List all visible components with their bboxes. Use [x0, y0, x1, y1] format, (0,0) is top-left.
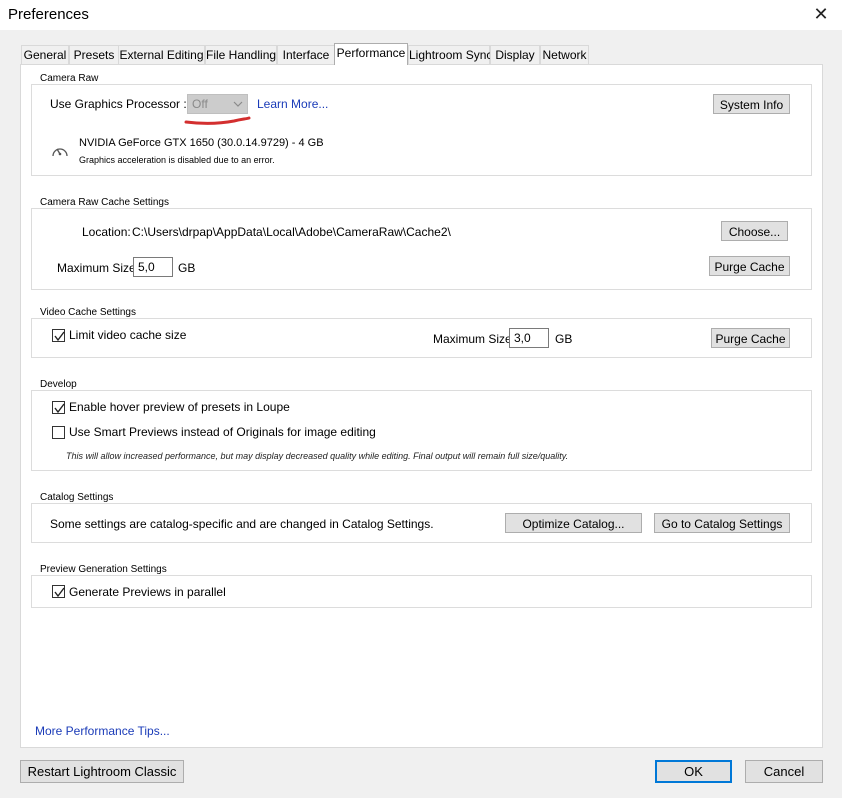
- cache-group-label: Camera Raw Cache Settings: [40, 197, 169, 208]
- title-bar: [0, 0, 842, 30]
- develop-note: This will allow increased performance, b…: [66, 451, 569, 461]
- limit-video-cache-checkbox[interactable]: [52, 329, 65, 342]
- system-info-button[interactable]: System Info: [713, 94, 790, 114]
- video-max-size-input[interactable]: 3,0: [509, 328, 549, 348]
- gpu-select-value: Off: [192, 97, 208, 111]
- smart-previews-checkbox[interactable]: [52, 426, 65, 439]
- parallel-previews-label: Generate Previews in parallel: [69, 585, 226, 599]
- gauge-icon: [52, 148, 68, 157]
- tab-presets[interactable]: Presets: [69, 45, 119, 64]
- checkmark-icon: [54, 403, 65, 414]
- tab-performance[interactable]: Performance: [334, 43, 408, 65]
- tab-general[interactable]: General: [21, 45, 69, 64]
- gpu-status: Graphics acceleration is disabled due to…: [79, 155, 275, 165]
- smart-previews-label: Use Smart Previews instead of Originals …: [69, 425, 376, 439]
- choose-button[interactable]: Choose...: [721, 221, 788, 241]
- restart-lightroom-button[interactable]: Restart Lightroom Classic: [20, 760, 184, 783]
- video-cache-group-label: Video Cache Settings: [40, 307, 136, 318]
- cache-unit: GB: [178, 261, 196, 275]
- chevron-down-icon: [233, 101, 243, 107]
- cancel-button[interactable]: Cancel: [745, 760, 823, 783]
- learn-more-link[interactable]: Learn More...: [257, 97, 328, 111]
- develop-group-label: Develop: [40, 379, 77, 390]
- cache-group: [31, 208, 812, 290]
- tab-interface[interactable]: Interface: [277, 45, 335, 64]
- purge-cache-button[interactable]: Purge Cache: [709, 256, 790, 276]
- catalog-text: Some settings are catalog-specific and a…: [50, 517, 434, 531]
- hover-preview-label: Enable hover preview of presets in Loupe: [69, 400, 290, 414]
- checkmark-icon: [54, 331, 65, 342]
- cache-location-value: C:\Users\drpap\AppData\Local\Adobe\Camer…: [132, 225, 451, 239]
- camera-raw-group-label: Camera Raw: [40, 73, 99, 84]
- video-max-size-label: Maximum Size:: [433, 332, 516, 346]
- tab-lightroom-sync[interactable]: Lightroom Sync: [408, 45, 492, 64]
- preview-gen-group-label: Preview Generation Settings: [40, 564, 167, 575]
- hover-preview-checkbox[interactable]: [52, 401, 65, 414]
- video-purge-cache-button[interactable]: Purge Cache: [711, 328, 790, 348]
- more-performance-tips-link[interactable]: More Performance Tips...: [35, 724, 170, 738]
- checkmark-icon: [54, 587, 65, 598]
- cache-location-label: Location:: [82, 225, 131, 239]
- ok-button[interactable]: OK: [655, 760, 732, 783]
- gpu-name: NVIDIA GeForce GTX 1650 (30.0.14.9729) -…: [79, 137, 324, 149]
- go-to-catalog-settings-button[interactable]: Go to Catalog Settings: [654, 513, 790, 533]
- close-icon[interactable]: ✕: [810, 3, 832, 25]
- video-cache-unit: GB: [555, 332, 573, 346]
- gpu-label: Use Graphics Processor :: [50, 97, 187, 111]
- red-underline-annotation: [184, 116, 251, 125]
- gpu-select[interactable]: Off: [187, 94, 248, 114]
- catalog-group-label: Catalog Settings: [40, 492, 114, 503]
- cache-max-size-input[interactable]: 5,0: [133, 257, 173, 277]
- tab-external-editing[interactable]: External Editing: [118, 45, 205, 64]
- cache-max-size-label: Maximum Size:: [57, 261, 140, 275]
- optimize-catalog-button[interactable]: Optimize Catalog...: [505, 513, 642, 533]
- parallel-previews-checkbox[interactable]: [52, 585, 65, 598]
- tab-file-handling[interactable]: File Handling: [205, 45, 277, 64]
- tab-display[interactable]: Display: [490, 45, 540, 64]
- window-title: Preferences: [8, 6, 89, 23]
- limit-video-cache-label: Limit video cache size: [69, 328, 187, 342]
- tab-network[interactable]: Network: [540, 45, 589, 64]
